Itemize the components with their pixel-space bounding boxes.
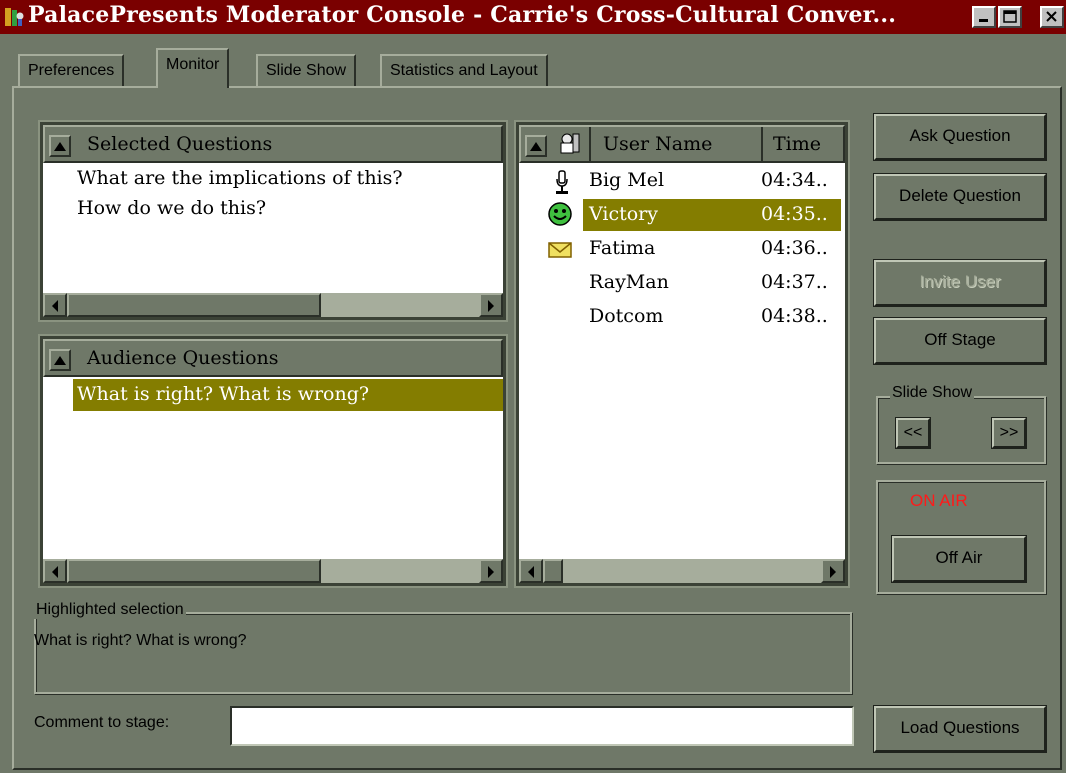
load-questions-button[interactable]: Load Questions [873,705,1047,753]
column-header-user-name[interactable]: User Name [591,127,763,161]
user-time: 04:37.. [761,271,828,293]
column-header[interactable]: Audience Questions [87,341,503,375]
user-name[interactable]: Victory [589,199,658,231]
list-item[interactable]: How do we do this? [77,193,266,225]
horizontal-scrollbar[interactable] [43,293,503,317]
title-bar[interactable]: PalacePresents Moderator Console - Carri… [0,0,1066,34]
tab-slide-show[interactable]: Slide Show [256,54,357,86]
scroll-thumb[interactable] [543,559,563,583]
smiley-icon [548,202,572,226]
user-name[interactable]: Dotcom [589,301,663,333]
user-name[interactable]: Fatima [589,233,655,265]
column-header-time[interactable]: Time [763,127,845,161]
scroll-right-button[interactable] [479,559,503,583]
delete-question-button[interactable]: Delete Question [873,173,1047,221]
app-icon [5,8,24,26]
tab-statistics-and-layout[interactable]: Statistics and Layout [380,54,548,86]
maximize-button[interactable] [998,6,1022,28]
window-title: PalacePresents Moderator Console - Carri… [28,2,897,28]
arrow-left-icon [52,566,58,578]
minimize-icon [979,19,988,22]
sort-up-icon [54,356,66,365]
list-item-selected[interactable]: What is right? What is wrong? [73,379,503,411]
column-header-status[interactable] [549,127,591,161]
scroll-right-button[interactable] [821,559,845,583]
previous-slide-button[interactable]: << [895,417,931,449]
arrow-right-icon [488,300,494,312]
next-slide-button[interactable]: >> [991,417,1027,449]
scroll-left-button[interactable] [519,559,543,583]
audience-questions-list[interactable]: Audience Questions What is right? What i… [38,334,508,588]
highlighted-selection-text: What is right? What is wrong? [34,632,247,649]
highlighted-selection-label: Highlighted selection [34,601,186,619]
user-time: 04:34.. [761,169,828,191]
on-air-status: ON AIR [910,491,968,510]
scroll-left-button[interactable] [43,293,67,317]
user-name[interactable]: RayMan [589,267,669,299]
minimize-button[interactable] [972,6,996,28]
arrow-left-icon [52,300,58,312]
tab-monitor[interactable]: Monitor [156,48,230,88]
user-status-icon [560,133,580,154]
microphone-icon [556,170,568,194]
user-time: 04:35.. [761,203,828,225]
arrow-right-icon [488,566,494,578]
maximize-icon [1003,10,1017,23]
scroll-thumb[interactable] [67,559,321,583]
envelope-icon [548,242,572,258]
off-stage-button[interactable]: Off Stage [873,317,1047,365]
user-time: 04:38.. [761,305,828,327]
selected-questions-list[interactable]: Selected Questions What are the implicat… [38,120,508,322]
tab-preferences[interactable]: Preferences [18,54,125,86]
close-icon [1046,11,1057,22]
comment-label: Comment to stage: [34,714,170,731]
sort-button[interactable] [49,135,71,157]
horizontal-scrollbar[interactable] [43,559,503,583]
sort-up-icon [530,142,542,151]
scroll-thumb[interactable] [67,293,321,317]
ask-question-button[interactable]: Ask Question [873,113,1047,161]
list-item[interactable]: What are the implications of this? [77,163,403,195]
arrow-left-icon [528,566,534,578]
invite-user-button[interactable]: Invite User [873,259,1047,307]
comment-to-stage-input[interactable] [230,706,854,746]
column-header[interactable]: Selected Questions [87,127,503,161]
sort-button[interactable] [525,135,547,157]
sort-button[interactable] [49,349,71,371]
arrow-right-icon [830,566,836,578]
list-header: Audience Questions [43,339,503,377]
close-button[interactable] [1040,6,1064,28]
list-header: Selected Questions [43,125,503,163]
scroll-left-button[interactable] [43,559,67,583]
tab-label: Preferences [28,62,115,79]
list-header: User Name Time [519,125,845,163]
scroll-right-button[interactable] [479,293,503,317]
off-air-button[interactable]: Off Air [891,535,1027,583]
horizontal-scrollbar[interactable] [519,559,845,583]
sort-up-icon [54,142,66,151]
tab-label: Slide Show [266,62,347,79]
tab-label: Statistics and Layout [390,62,538,79]
user-time: 04:36.. [761,237,828,259]
slide-show-label: Slide Show [890,384,975,402]
tab-label: Monitor [166,56,220,73]
user-name[interactable]: Big Mel [589,165,664,197]
highlighted-selection-group [34,612,852,694]
users-list[interactable]: User Name Time Big Mel 04:34.. Victory 0… [514,120,850,588]
